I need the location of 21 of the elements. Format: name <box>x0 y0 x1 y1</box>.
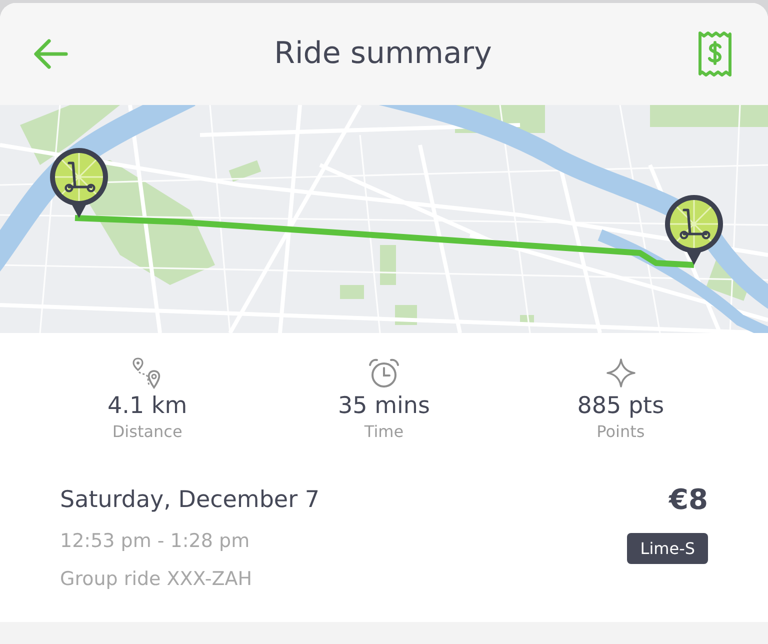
sparkle-icon <box>606 357 636 389</box>
scooter-pin-icon <box>665 195 723 265</box>
back-button[interactable] <box>34 39 68 69</box>
receipt-icon <box>698 31 732 77</box>
stat-label: Time <box>364 421 404 443</box>
stat-label: Distance <box>112 421 182 443</box>
ride-price: €8 <box>669 484 708 516</box>
receipt-button[interactable] <box>698 31 732 77</box>
screen-title: Ride summary <box>274 35 492 73</box>
ride-date: Saturday, December 7 <box>60 486 320 515</box>
stat-label: Points <box>596 421 645 443</box>
route-pins-icon <box>132 357 162 389</box>
alarm-clock-icon <box>368 357 400 389</box>
group-ride-code: Group ride XXX-ZAH <box>60 567 252 592</box>
stat-value: 4.1 km <box>108 392 188 421</box>
stat-value: 885 pts <box>577 392 664 421</box>
ride-time-range: 12:53 pm - 1:28 pm <box>60 529 250 554</box>
vehicle-badge: Lime-S <box>627 533 708 564</box>
back-arrow-icon <box>34 39 68 69</box>
stat-value: 35 mins <box>338 392 430 421</box>
scooter-pin-icon <box>50 148 108 218</box>
